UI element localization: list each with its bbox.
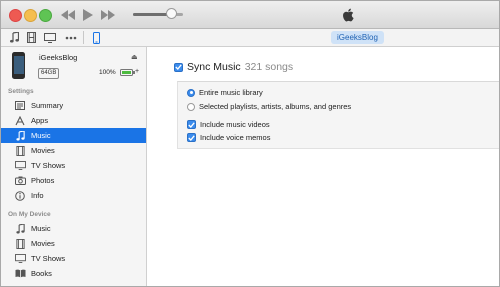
capacity-badge: 64GB xyxy=(38,68,60,79)
eject-icon[interactable]: ⏏ xyxy=(131,53,138,61)
sync-music-label: Sync Music xyxy=(187,61,241,73)
film-icon xyxy=(14,238,26,250)
camera-icon xyxy=(14,175,26,187)
toolbar-divider xyxy=(83,31,84,44)
zoom-window-button[interactable] xyxy=(39,9,52,22)
apple-logo-icon xyxy=(343,8,354,21)
film-icon xyxy=(14,145,26,157)
entire-library-radio[interactable] xyxy=(187,88,195,97)
sidebar-item-label: Info xyxy=(31,191,44,200)
sidebar-item-label: TV Shows xyxy=(31,254,66,263)
sidebar-item-device-tv-shows[interactable]: TV Shows xyxy=(1,251,146,266)
song-count: 321 songs xyxy=(244,61,294,73)
rewind-icon xyxy=(61,9,75,20)
film-icon[interactable] xyxy=(25,30,37,45)
sidebar-item-label: Apps xyxy=(31,116,49,125)
include-voice-memos-option[interactable]: Include voice memos xyxy=(187,133,270,142)
music-note-icon[interactable] xyxy=(8,30,20,45)
sidebar-item-summary[interactable]: Summary xyxy=(1,98,146,113)
sidebar-item-tv-shows[interactable]: TV Shows xyxy=(1,158,146,173)
selected-items-option[interactable]: Selected playlists, artists, albums, and… xyxy=(187,102,351,111)
lcd-display xyxy=(197,3,499,26)
itunes-window: iGeeksBlog iGeeksBlog ⏏ 64GB 100% + Sett… xyxy=(0,0,500,287)
selected-items-radio[interactable] xyxy=(187,102,195,111)
include-music-videos-option[interactable]: Include music videos xyxy=(187,120,270,129)
checkmark-icon xyxy=(175,64,182,70)
sidebar: iGeeksBlog ⏏ 64GB 100% + Settings Summar… xyxy=(1,47,147,286)
iphone-icon[interactable] xyxy=(90,30,102,45)
apps-icon xyxy=(14,115,26,127)
tv-icon[interactable] xyxy=(43,30,57,45)
tv-icon xyxy=(14,160,26,172)
info-icon xyxy=(14,190,26,202)
sidebar-item-label: Summary xyxy=(31,101,64,110)
fast-forward-icon xyxy=(101,9,115,20)
sidebar-item-label: Books xyxy=(31,269,52,278)
more-icon[interactable] xyxy=(64,30,78,45)
checkmark-icon xyxy=(188,134,195,141)
settings-section-header: Settings xyxy=(8,88,34,95)
sidebar-item-photos[interactable]: Photos xyxy=(1,173,146,188)
sidebar-item-device-books[interactable]: Books xyxy=(1,266,146,281)
device-button[interactable]: iGeeksBlog xyxy=(331,31,384,44)
battery-icon xyxy=(120,69,133,76)
sidebar-item-label: Photos xyxy=(31,176,55,185)
sidebar-item-device-movies[interactable]: Movies xyxy=(1,236,146,251)
sidebar-item-info[interactable]: Info xyxy=(1,188,146,203)
sidebar-item-device-music[interactable]: Music xyxy=(1,221,146,236)
device-name: iGeeksBlog xyxy=(39,53,78,62)
sidebar-item-label: Movies xyxy=(31,146,55,155)
music-note-icon xyxy=(14,130,26,142)
iphone-icon xyxy=(12,52,25,79)
on-my-device-section-header: On My Device xyxy=(8,211,51,218)
tv-icon xyxy=(14,253,26,265)
book-icon xyxy=(14,268,26,280)
sidebar-item-apps[interactable]: Apps xyxy=(1,113,146,128)
selected-items-label: Selected playlists, artists, albums, and… xyxy=(199,102,352,111)
sync-options-box: Entire music library Selected playlists,… xyxy=(177,81,499,149)
device-summary-card[interactable]: iGeeksBlog ⏏ 64GB 100% + xyxy=(1,47,146,85)
entire-library-option[interactable]: Entire music library xyxy=(187,88,263,97)
music-settings-panel: Sync Music 321 songs Entire music librar… xyxy=(147,47,499,286)
battery-percent: 100% xyxy=(99,69,116,76)
next-track-button[interactable] xyxy=(97,6,119,23)
sidebar-item-label: TV Shows xyxy=(31,161,66,170)
summary-list-icon xyxy=(14,100,26,112)
title-bar xyxy=(1,1,499,29)
minimize-window-button[interactable] xyxy=(24,9,37,22)
sidebar-item-music[interactable]: Music xyxy=(1,128,146,143)
music-note-icon xyxy=(14,223,26,235)
sidebar-item-movies[interactable]: Movies xyxy=(1,143,146,158)
checkmark-icon xyxy=(188,121,195,128)
include-voice-memos-checkbox[interactable] xyxy=(187,133,196,142)
close-window-button[interactable] xyxy=(9,9,22,22)
previous-track-button[interactable] xyxy=(57,6,79,23)
sidebar-item-label: Music xyxy=(31,224,51,233)
charging-icon: + xyxy=(135,68,140,75)
play-button[interactable] xyxy=(79,6,97,23)
sync-music-checkbox[interactable] xyxy=(174,62,183,72)
sidebar-item-label: Movies xyxy=(31,239,55,248)
volume-knob[interactable] xyxy=(165,8,177,19)
entire-library-label: Entire music library xyxy=(199,88,263,97)
include-music-videos-checkbox[interactable] xyxy=(187,120,196,129)
include-voice-memos-label: Include voice memos xyxy=(200,133,271,142)
sidebar-item-label: Music xyxy=(31,131,51,140)
include-music-videos-label: Include music videos xyxy=(200,120,270,129)
play-icon xyxy=(83,8,93,21)
media-toolbar: iGeeksBlog xyxy=(1,29,499,47)
sync-music-row: Sync Music 321 songs xyxy=(174,61,293,73)
